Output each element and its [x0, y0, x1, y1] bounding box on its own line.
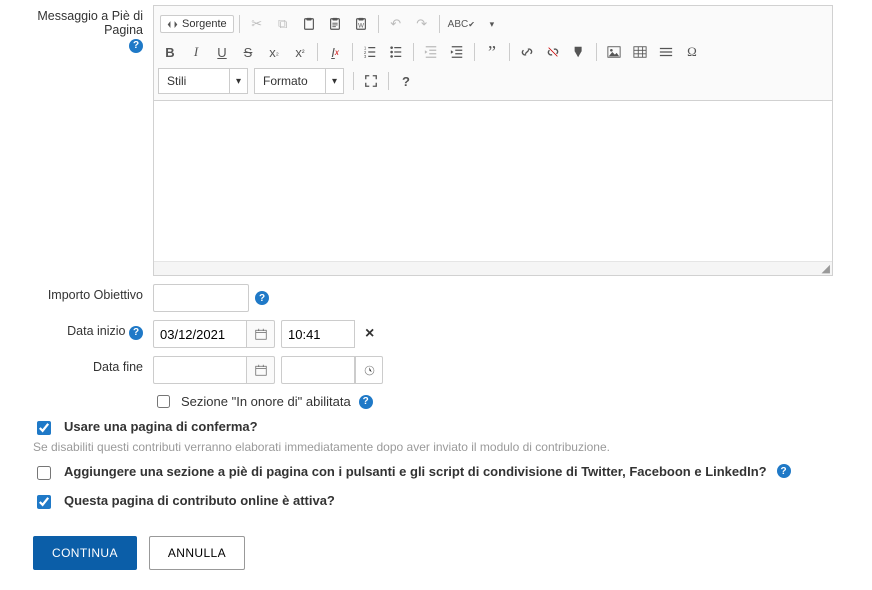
bold-icon[interactable]: B [158, 40, 182, 64]
end-time-input[interactable] [281, 356, 355, 384]
end-date-label: Data fine [93, 360, 143, 374]
confirm-page-label: Usare una pagina di conferma? [64, 419, 258, 434]
maximize-icon[interactable] [359, 69, 383, 93]
footer-message-help-icon[interactable]: ? [129, 39, 143, 53]
underline-icon[interactable]: U [210, 40, 234, 64]
outdent-icon[interactable] [419, 40, 443, 64]
honor-section-checkbox[interactable] [157, 395, 170, 408]
active-label: Questa pagina di contributo online è att… [64, 493, 335, 508]
italic-icon[interactable]: I [184, 40, 208, 64]
format-combo[interactable]: Formato▾ [254, 68, 344, 94]
image-icon[interactable] [602, 40, 626, 64]
anchor-icon[interactable] [567, 40, 591, 64]
blockquote-icon[interactable]: ” [480, 40, 504, 64]
superscript-icon[interactable]: x² [288, 40, 312, 64]
rich-text-editor: Sorgente ✂ ⧉ W ↶ ↷ [153, 5, 833, 276]
goal-amount-label: Importo Obiettivo [48, 288, 143, 302]
remove-format-icon[interactable]: Ix [323, 40, 347, 64]
share-section-checkbox[interactable] [37, 466, 51, 480]
redo-icon[interactable]: ↷ [410, 12, 434, 36]
footer-message-label: Messaggio a Piè di Pagina [37, 9, 143, 37]
calendar-icon[interactable] [247, 320, 275, 348]
goal-amount-input[interactable] [153, 284, 249, 312]
undo-icon[interactable]: ↶ [384, 12, 408, 36]
strike-icon[interactable]: S [236, 40, 260, 64]
end-date-input[interactable] [153, 356, 247, 384]
about-icon[interactable]: ? [394, 69, 418, 93]
honor-section-label: Sezione "In onore di" abilitata [181, 394, 351, 409]
honor-section-help-icon[interactable]: ? [359, 395, 373, 409]
confirm-page-checkbox[interactable] [37, 421, 51, 435]
clock-icon[interactable] [355, 356, 383, 384]
start-date-help-icon[interactable]: ? [129, 326, 143, 340]
editor-toolbar: Sorgente ✂ ⧉ W ↶ ↷ [154, 6, 832, 101]
paste-word-icon[interactable]: W [349, 12, 373, 36]
paste-text-icon[interactable] [323, 12, 347, 36]
spellcheck-icon[interactable]: ABC✔ [445, 12, 478, 36]
share-section-label: Aggiungere una sezione a piè di pagina c… [64, 464, 767, 479]
paste-icon[interactable] [297, 12, 321, 36]
goal-amount-help-icon[interactable]: ? [255, 291, 269, 305]
source-button[interactable]: Sorgente [160, 15, 234, 33]
svg-text:3: 3 [364, 54, 367, 59]
spellcheck-dropdown-icon[interactable]: ▾ [480, 12, 504, 36]
calendar-icon[interactable] [247, 356, 275, 384]
cut-icon[interactable]: ✂ [245, 12, 269, 36]
subscript-icon[interactable]: x₂ [262, 40, 286, 64]
start-date-input[interactable] [153, 320, 247, 348]
confirm-page-hint: Se disabiliti questi contributi verranno… [33, 440, 857, 454]
start-date-label: Data inizio [67, 324, 125, 338]
table-icon[interactable] [628, 40, 652, 64]
cancel-button[interactable]: Annulla [149, 536, 245, 570]
hr-icon[interactable] [654, 40, 678, 64]
share-section-help-icon[interactable]: ? [777, 464, 791, 478]
bullet-list-icon[interactable] [384, 40, 408, 64]
clear-start-date-icon[interactable]: × [361, 325, 378, 343]
editor-content[interactable] [154, 101, 832, 261]
indent-icon[interactable] [445, 40, 469, 64]
link-icon[interactable] [515, 40, 539, 64]
svg-text:W: W [358, 23, 364, 30]
styles-combo[interactable]: Stili▾ [158, 68, 248, 94]
continue-button[interactable]: Continua [33, 536, 137, 570]
special-char-icon[interactable]: Ω [680, 40, 704, 64]
editor-resize-handle[interactable]: ◢ [154, 261, 832, 275]
copy-icon[interactable]: ⧉ [271, 12, 295, 36]
numbered-list-icon[interactable]: 123 [358, 40, 382, 64]
active-checkbox[interactable] [37, 495, 51, 509]
unlink-icon[interactable] [541, 40, 565, 64]
start-time-input[interactable] [281, 320, 355, 348]
